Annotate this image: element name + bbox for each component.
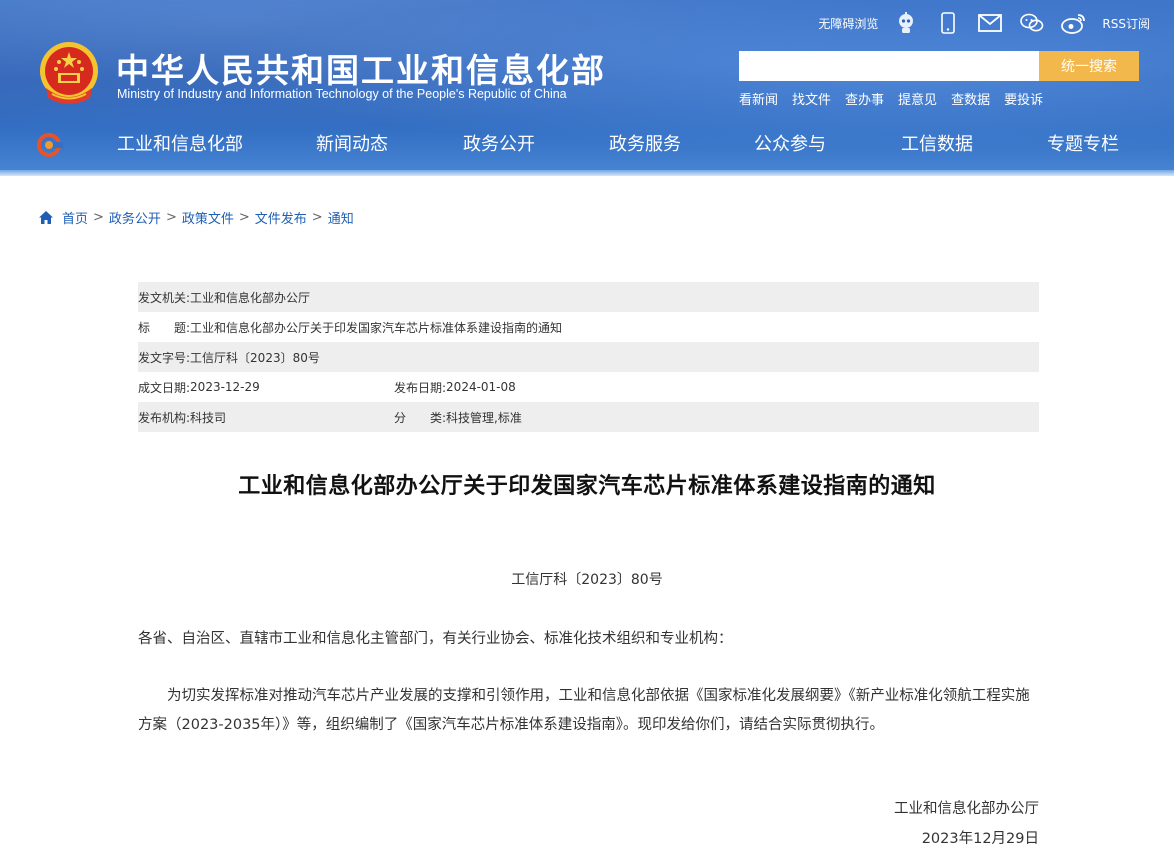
- breadcrumb-notice[interactable]: 通知: [328, 208, 354, 227]
- meta-label-title: 标 题:: [138, 320, 191, 335]
- breadcrumb-home[interactable]: 首页: [62, 208, 88, 227]
- document-body: 为切实发挥标准对推动汽车芯片产业发展的支撑和引领作用，工业和信息化部依据《国家标…: [138, 688, 1030, 733]
- breadcrumb-policy-documents[interactable]: 政策文件: [182, 208, 234, 227]
- quick-link-files[interactable]: 找文件: [792, 89, 831, 108]
- quick-links: 看新闻 找文件 查办事 提意见 查数据 要投诉: [739, 89, 1043, 108]
- document-signature: 工业和信息化部办公厅: [894, 801, 1039, 817]
- quick-link-feedback[interactable]: 提意见: [898, 89, 937, 108]
- meta-label-category: 分 类:: [394, 410, 447, 425]
- document-title: 工业和信息化部办公厅关于印发国家汽车芯片标准体系建设指南的通知: [238, 474, 936, 499]
- search-button[interactable]: 统一搜索: [1039, 51, 1139, 81]
- meta-label-created: 成文日期:: [138, 380, 191, 395]
- nav-item-government-affairs[interactable]: 政务公开: [463, 130, 535, 156]
- meta-cell-created: 成文日期: 2023-12-29: [138, 379, 394, 396]
- rss-link[interactable]: RSS订阅: [1102, 15, 1150, 32]
- breadcrumb-file-release[interactable]: 文件发布: [255, 208, 307, 227]
- breadcrumb-government-affairs[interactable]: 政务公开: [109, 208, 161, 227]
- meta-value-org: 科技司: [190, 410, 227, 425]
- meta-label-doc-number: 发文字号:: [138, 350, 191, 365]
- breadcrumb-separator: >: [165, 210, 177, 225]
- meta-label-published: 发布日期:: [394, 380, 447, 395]
- meta-row-title: 标 题: 工业和信息化部办公厅关于印发国家汽车芯片标准体系建设指南的通知: [138, 312, 1039, 342]
- top-toolbar: 无障碍浏览 RSS订阅: [818, 10, 1150, 36]
- mobile-icon[interactable]: [934, 11, 962, 35]
- search-input[interactable]: [739, 51, 1039, 81]
- meta-row-issuer: 发文机关: 工业和信息化部办公厅: [138, 282, 1039, 312]
- meta-value-created: 2023-12-29: [190, 380, 260, 394]
- nav-item-topics[interactable]: 专题专栏: [1047, 130, 1119, 156]
- meta-cell-published: 发布日期: 2024-01-08: [394, 379, 516, 396]
- quick-link-data[interactable]: 查数据: [951, 89, 990, 108]
- meta-value-issuer: 工业和信息化部办公厅: [190, 290, 311, 305]
- document-meta-table: 发文机关: 工业和信息化部办公厅 标 题: 工业和信息化部办公厅关于印发国家汽车…: [138, 282, 1039, 432]
- breadcrumb-separator: >: [93, 210, 104, 225]
- quick-link-news[interactable]: 看新闻: [739, 89, 778, 108]
- document-number: 工信厅科〔2023〕80号: [511, 572, 663, 588]
- meta-value-doc-number: 工信厅科〔2023〕80号: [190, 350, 320, 365]
- quick-link-complaint[interactable]: 要投诉: [1004, 89, 1043, 108]
- site-title-en: Ministry of Industry and Information Tec…: [117, 87, 567, 101]
- meta-row-doc-number: 发文字号: 工信厅科〔2023〕80号: [138, 342, 1039, 372]
- wechat-icon[interactable]: [1018, 11, 1046, 35]
- meta-row-dates: 成文日期: 2023-12-29 发布日期: 2024-01-08: [138, 372, 1039, 402]
- meta-value-category: 科技管理,标准: [446, 410, 522, 425]
- meta-cell-category: 分 类: 科技管理,标准: [394, 409, 522, 426]
- nav-item-ministry[interactable]: 工业和信息化部: [117, 130, 243, 156]
- site-header: 中华人民共和国工业和信息化部 Ministry of Industry and …: [0, 0, 1174, 176]
- accessibility-link[interactable]: 无障碍浏览: [818, 15, 878, 32]
- site-title-cn: 中华人民共和国工业和信息化部: [116, 51, 606, 90]
- header-divider: [0, 170, 1174, 176]
- miit-logo-icon[interactable]: [37, 133, 63, 157]
- breadcrumb-separator: >: [238, 210, 250, 225]
- quick-link-services[interactable]: 查办事: [845, 89, 884, 108]
- home-icon[interactable]: [38, 210, 54, 225]
- document-date: 2023年12月29日: [921, 831, 1039, 847]
- meta-value-title: 工业和信息化部办公厅关于印发国家汽车芯片标准体系建设指南的通知: [190, 320, 563, 335]
- document-salutation: 各省、自治区、直辖市工业和信息化主管部门，有关行业协会、标准化技术组织和专业机构…: [138, 631, 733, 647]
- meta-row-org: 发布机构: 科技司 分 类: 科技管理,标准: [138, 402, 1039, 432]
- meta-label-org: 发布机构:: [138, 410, 191, 425]
- breadcrumb: 首页 > 政务公开 > 政策文件 > 文件发布 > 通知: [38, 208, 354, 227]
- nav-item-news[interactable]: 新闻动态: [316, 130, 388, 156]
- nav-item-services[interactable]: 政务服务: [609, 130, 681, 156]
- meta-cell-org: 发布机构: 科技司: [138, 409, 394, 426]
- meta-value-published: 2024-01-08: [446, 380, 516, 394]
- breadcrumb-separator: >: [311, 210, 323, 225]
- robot-icon[interactable]: [892, 11, 920, 35]
- meta-label-issuer: 发文机关:: [138, 290, 191, 305]
- national-emblem-logo[interactable]: [38, 40, 100, 106]
- nav-item-participation[interactable]: 公众参与: [754, 130, 826, 156]
- nav-item-data[interactable]: 工信数据: [901, 130, 973, 156]
- weibo-icon[interactable]: [1060, 11, 1088, 35]
- mail-icon[interactable]: [976, 11, 1004, 35]
- main-nav: 工业和信息化部 新闻动态 政务公开 政务服务 公众参与 工信数据 专题专栏: [0, 124, 1174, 164]
